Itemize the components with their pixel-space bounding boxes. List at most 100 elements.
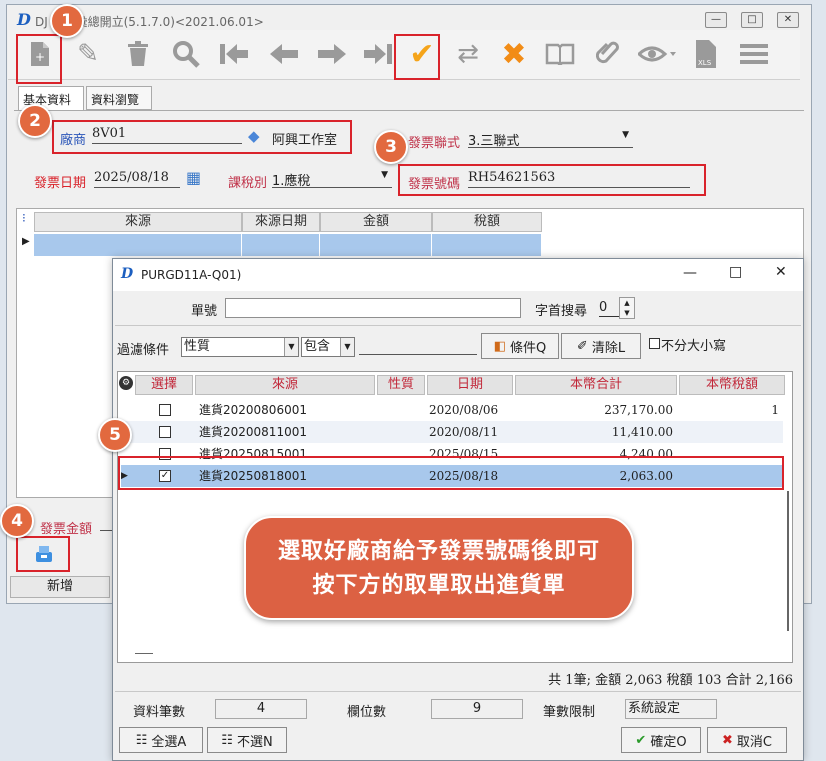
- vendor-code-input[interactable]: 8V01: [92, 126, 242, 144]
- clear-button[interactable]: ✐ 清除L: [561, 333, 641, 359]
- prefix-search-input[interactable]: 0: [599, 300, 619, 317]
- invoice-type-select[interactable]: 3.三聯式 ▼: [468, 130, 633, 149]
- row-checkbox[interactable]: [159, 404, 171, 416]
- dialog-minimize-button[interactable]: —: [683, 265, 697, 281]
- refresh-icon[interactable]: ⇄: [448, 34, 488, 74]
- deselect-button[interactable]: ☷ 不選N: [207, 727, 287, 753]
- condition-button[interactable]: ◧ 條件Q: [481, 333, 559, 359]
- ignore-case-checkbox[interactable]: [649, 338, 660, 349]
- step-1-badge: 1: [50, 4, 84, 38]
- scrollbar[interactable]: [787, 491, 789, 631]
- step-3-badge: 3: [374, 130, 408, 164]
- confirm-highlight: [394, 34, 440, 80]
- col-source[interactable]: 來源: [195, 375, 375, 395]
- grid-row-cell[interactable]: [320, 234, 432, 256]
- filter-op-select[interactable]: 包含 ▼: [301, 337, 355, 357]
- pickup-order-icon[interactable]: [30, 542, 58, 566]
- filter-op-value: 包含: [304, 339, 331, 354]
- attach-icon[interactable]: [588, 34, 628, 74]
- edit-icon[interactable]: ✎: [68, 34, 108, 74]
- tax-type-select[interactable]: 1.應稅 ▼: [272, 170, 392, 189]
- row-pointer-icon: ▶: [22, 236, 30, 247]
- amount-field[interactable]: [100, 530, 112, 531]
- invoice-type-value: 3.三聯式: [468, 134, 520, 149]
- grid-menu-icon[interactable]: ⁝: [22, 211, 26, 225]
- dropdown-arrow-icon: ▼: [284, 338, 298, 356]
- invoice-type-label: 發票聯式: [408, 136, 461, 151]
- add-button[interactable]: 新增: [10, 576, 110, 598]
- dropdown-arrow-icon: ▼: [381, 170, 388, 180]
- invoice-date-input[interactable]: 2025/08/18: [94, 170, 180, 188]
- dialog-logo-icon: D: [121, 266, 134, 282]
- record-count-label: 資料筆數: [133, 705, 186, 720]
- prefix-search-label: 字首搜尋: [535, 304, 588, 319]
- divider: [115, 325, 801, 326]
- row-checkbox[interactable]: [159, 426, 171, 438]
- scrollbar-h[interactable]: [135, 653, 153, 654]
- col-nature[interactable]: 性質: [377, 375, 425, 395]
- calendar-icon[interactable]: ▦: [186, 168, 201, 187]
- menu-icon[interactable]: [734, 34, 774, 74]
- add-button-label: 新增: [46, 579, 73, 594]
- select-all-button[interactable]: ☷ 全選A: [119, 727, 203, 753]
- confirm-button[interactable]: ✔ 確定O: [621, 727, 701, 753]
- query-dialog: D PURGD11A-Q01) — □ ✕ 單號 字首搜尋 0 ▲ ▼ 過濾條件 …: [112, 258, 804, 761]
- xls-icon[interactable]: XLS: [686, 34, 726, 74]
- condition-icon: ◧: [493, 338, 507, 354]
- list-item[interactable]: 進貨20200806001 2020/08/06 237,170.00 1: [121, 399, 783, 421]
- tab-browse[interactable]: 資料瀏覽: [86, 86, 152, 110]
- tag-icon[interactable]: ◆: [248, 127, 260, 145]
- prefix-search-value: 0: [599, 300, 608, 315]
- cancel-button[interactable]: ✖ 取消C: [707, 727, 787, 753]
- grid-row-cell[interactable]: [34, 234, 242, 256]
- view-icon[interactable]: [634, 34, 682, 74]
- delete-icon[interactable]: [118, 34, 158, 74]
- callout-line-1: 選取好廠商給予發票號碼後即可: [277, 539, 600, 564]
- grid-header-tax[interactable]: 稅額: [432, 212, 542, 232]
- tab-divider: [14, 110, 804, 111]
- filter-value-input[interactable]: [359, 339, 477, 355]
- callout-line-2: 按下方的取單取出進貨單: [312, 573, 566, 598]
- dialog-close-button[interactable]: ✕: [775, 264, 787, 280]
- maximize-button[interactable]: □: [741, 12, 763, 28]
- grid-header-source[interactable]: 來源: [34, 212, 242, 232]
- dialog-maximize-button[interactable]: □: [729, 264, 742, 280]
- col-total[interactable]: 本幣合計: [515, 375, 677, 395]
- dialog-title-bar: D PURGD11A-Q01) — □ ✕: [113, 259, 803, 291]
- selected-row-highlight: [118, 456, 784, 490]
- order-no-input[interactable]: [225, 298, 521, 318]
- tab-browse-label: 資料瀏覽: [91, 93, 140, 107]
- prev-record-icon[interactable]: [264, 34, 304, 74]
- grid-header-source-date[interactable]: 來源日期: [242, 212, 320, 232]
- col-date[interactable]: 日期: [427, 375, 513, 395]
- invoice-no-label: 發票號碼: [408, 177, 461, 192]
- cancel-x-icon[interactable]: ✖: [494, 34, 534, 74]
- date-cell: 2020/08/11: [429, 425, 499, 439]
- nature-cell: [377, 421, 425, 443]
- instruction-callout: 選取好廠商給予發票號碼後即可 按下方的取單取出進貨單: [244, 516, 634, 620]
- vendor-name: 阿興工作室: [272, 133, 338, 148]
- minimize-button[interactable]: —: [705, 12, 727, 28]
- invoice-no-input[interactable]: RH54621563: [468, 170, 690, 188]
- ignore-case-label: 不分大小寫: [661, 339, 727, 354]
- book-icon[interactable]: [540, 34, 580, 74]
- close-button[interactable]: ✕: [777, 12, 799, 28]
- grid-row-cell[interactable]: [432, 234, 542, 256]
- first-record-icon[interactable]: [214, 34, 254, 74]
- col-select[interactable]: 選擇: [135, 375, 193, 395]
- search-icon[interactable]: [166, 34, 206, 74]
- next-record-icon[interactable]: [312, 34, 352, 74]
- grid-row-cell[interactable]: [242, 234, 320, 256]
- field-count-label: 欄位數: [347, 705, 387, 720]
- summary-text: 共 1筆; 金額 2,063 稅額 103 合計 2,166: [548, 673, 793, 688]
- filter-field-select[interactable]: 性質 ▼: [181, 337, 299, 357]
- grid-header-amount[interactable]: 金額: [320, 212, 432, 232]
- cancel-label: 取消C: [736, 734, 772, 750]
- tax-type-value: 1.應稅: [272, 174, 311, 189]
- list-item[interactable]: 進貨20200811001 2020/08/11 11,410.00: [121, 421, 783, 443]
- prefix-search-spinner[interactable]: ▲ ▼: [619, 297, 635, 319]
- step-5-badge: 5: [98, 418, 132, 452]
- grid-settings-icon[interactable]: ⚙: [119, 376, 133, 390]
- last-record-icon[interactable]: [358, 34, 398, 74]
- col-tax[interactable]: 本幣稅額: [679, 375, 785, 395]
